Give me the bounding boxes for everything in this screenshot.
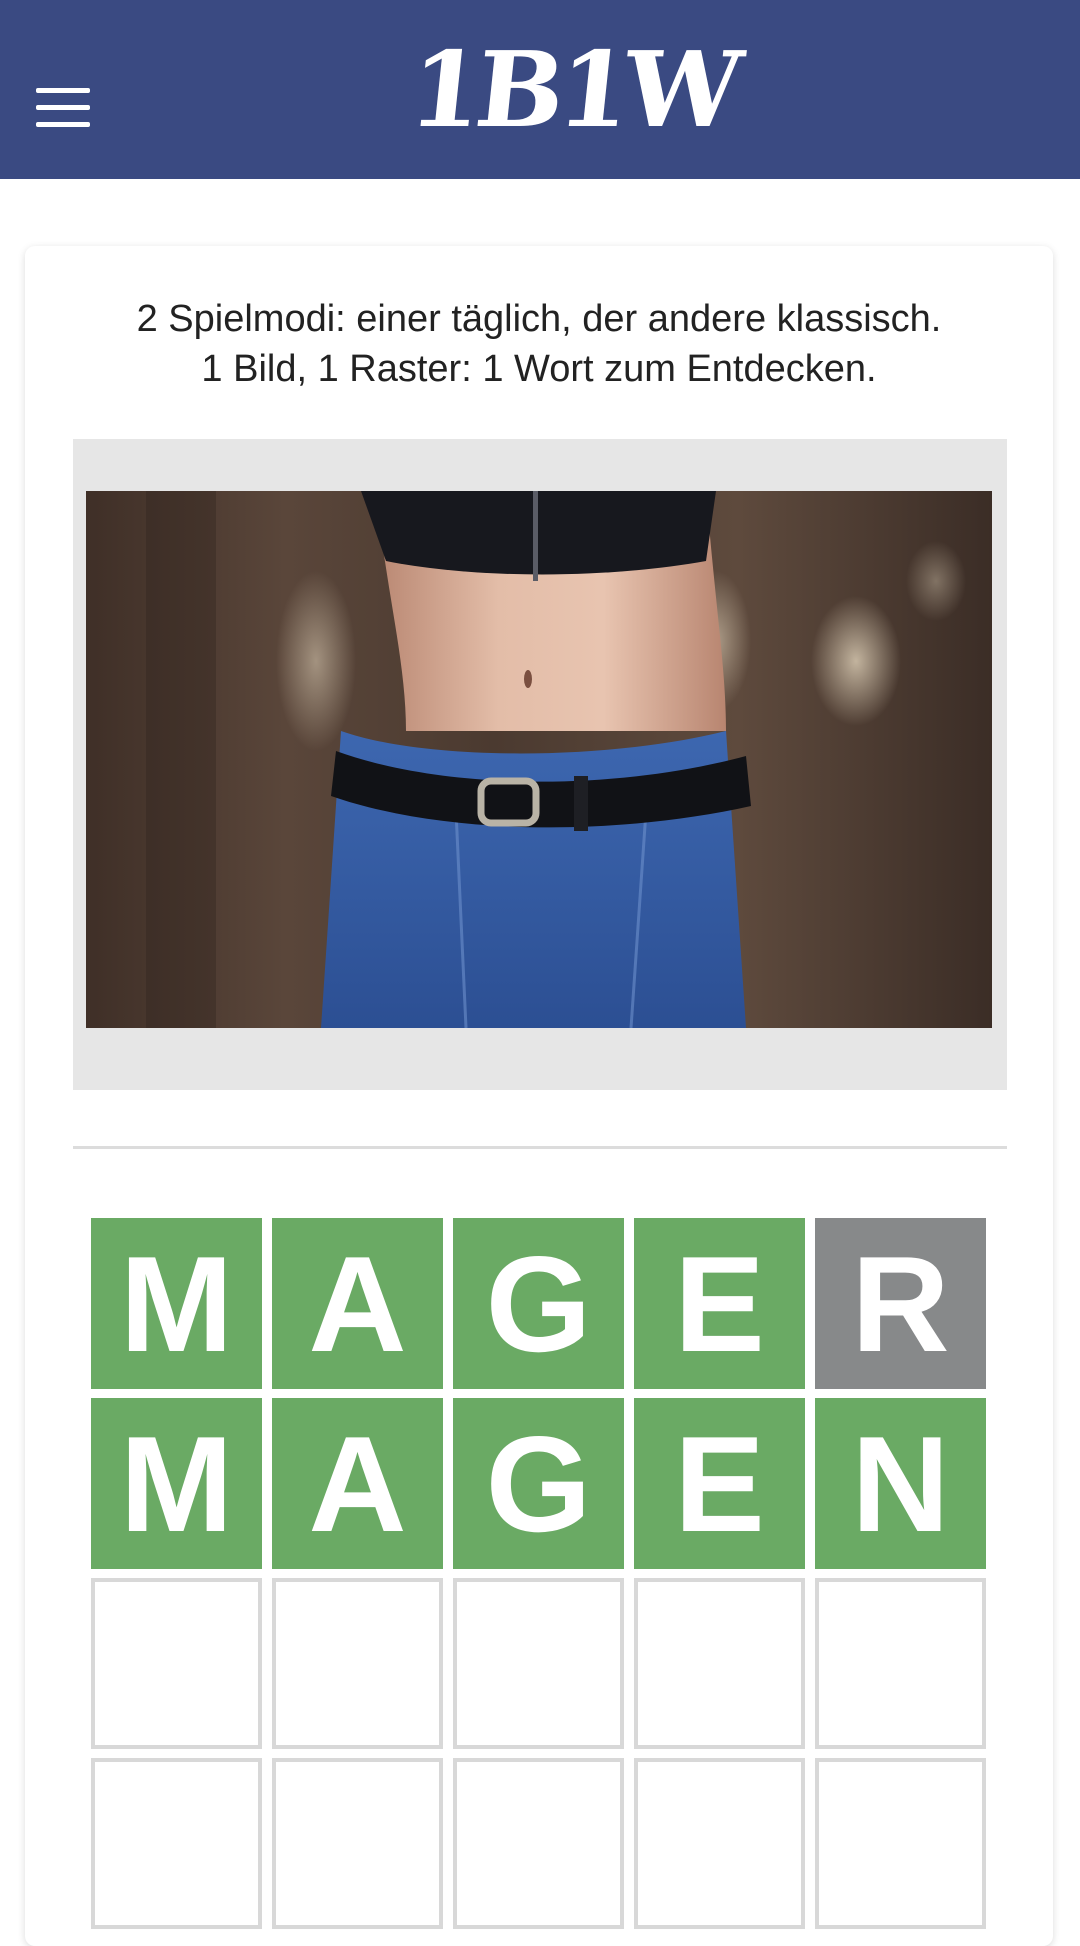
grid-tile: G	[453, 1218, 624, 1389]
grid-tile: E	[634, 1398, 805, 1569]
grid-tile: G	[453, 1398, 624, 1569]
grid-row	[91, 1758, 991, 1929]
puzzle-photo-illustration	[146, 491, 966, 1028]
grid-tile: M	[91, 1398, 262, 1569]
grid-tile[interactable]	[634, 1758, 805, 1929]
grid-row: MAGER	[91, 1218, 991, 1389]
grid-tile: M	[91, 1218, 262, 1389]
section-divider	[73, 1146, 1007, 1149]
grid-tile: R	[815, 1218, 986, 1389]
puzzle-image	[86, 491, 992, 1028]
grid-tile[interactable]	[91, 1758, 262, 1929]
grid-tile[interactable]	[272, 1758, 443, 1929]
menu-bar-bottom	[36, 122, 90, 127]
hamburger-menu-icon[interactable]	[36, 88, 90, 128]
grid-tile[interactable]	[815, 1578, 986, 1749]
grid-tile[interactable]	[453, 1758, 624, 1929]
grid-tile[interactable]	[634, 1578, 805, 1749]
grid-tile: E	[634, 1218, 805, 1389]
app-header: 1B1W	[0, 0, 1080, 179]
grid-tile: A	[272, 1398, 443, 1569]
grid-row: MAGEN	[91, 1398, 991, 1569]
grid-tile[interactable]	[91, 1578, 262, 1749]
grid-tile: A	[272, 1218, 443, 1389]
grid-tile: N	[815, 1398, 986, 1569]
grid-tile[interactable]	[453, 1578, 624, 1749]
grid-tile[interactable]	[815, 1758, 986, 1929]
puzzle-image-frame	[73, 439, 1007, 1090]
intro-line-2: 1 Bild, 1 Raster: 1 Wort zum Entdecken.	[201, 348, 877, 390]
intro-line-1: 2 Spielmodi: einer täglich, der andere k…	[136, 298, 942, 340]
grid-tile[interactable]	[272, 1578, 443, 1749]
menu-bar-middle	[36, 105, 90, 110]
game-card: 2 Spielmodi: einer täglich, der andere k…	[25, 246, 1053, 1946]
grid-row	[91, 1578, 991, 1749]
site-logo[interactable]: 1B1W	[404, 28, 742, 151]
menu-bar-top	[36, 88, 90, 93]
intro-text: 2 Spielmodi: einer täglich, der andere k…	[25, 294, 1053, 394]
